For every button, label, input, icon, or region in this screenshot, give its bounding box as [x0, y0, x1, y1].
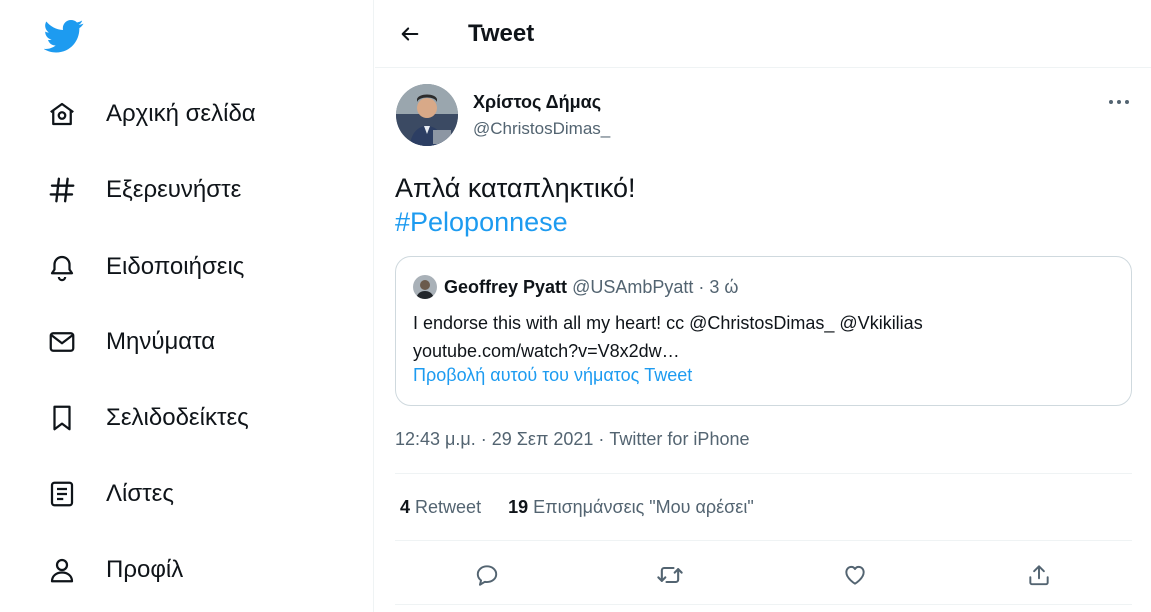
retweets-label: Retweet: [415, 497, 482, 517]
likes-count: 19: [508, 497, 529, 517]
reply-button[interactable]: [467, 555, 507, 595]
reply-icon: [476, 565, 498, 586]
separator-dot: ·: [698, 277, 705, 297]
sidebar-item-label: Μηνύματα: [106, 328, 216, 355]
timestamp[interactable]: 12:43 μ.μ. · 29 Σεπ 2021: [395, 429, 593, 449]
page-header: Tweet: [375, 0, 1151, 68]
quoted-time[interactable]: 3 ώ: [709, 277, 738, 297]
divider: [395, 540, 1132, 541]
sidebar-item-label: Λίστες: [106, 480, 174, 507]
retweets-count: 4: [400, 497, 411, 517]
divider: [395, 604, 1132, 605]
sidebar-item-explore[interactable]: Εξερευνήστε: [44, 168, 241, 212]
show-thread-link[interactable]: Προβολή αυτού του νήματος Tweet: [413, 365, 692, 386]
home-icon: [44, 96, 80, 132]
more-options-button[interactable]: [1101, 88, 1137, 116]
mail-icon: [44, 324, 80, 360]
sidebar-item-home[interactable]: Αρχική σελίδα: [44, 92, 256, 136]
tweet-source[interactable]: Twitter for iPhone: [609, 429, 749, 449]
sidebar-item-label: Προφίλ: [106, 556, 184, 583]
twitter-logo-icon[interactable]: [43, 16, 84, 56]
tweet-detail: Tweet Χρίστος Δήμας @ChristosDimas_ Απλά…: [375, 0, 1151, 612]
bell-icon: [44, 249, 80, 285]
quoted-text: I endorse this with all my heart! cc @Ch…: [413, 309, 923, 365]
sidebar-item-label: Αρχική σελίδα: [106, 100, 256, 127]
page-title: Tweet: [468, 20, 535, 47]
retweets-stat[interactable]: 4 Retweet: [400, 497, 481, 517]
quoted-tweet[interactable]: Geoffrey Pyatt @USAmbPyatt · 3 ώ I endor…: [395, 256, 1132, 406]
share-icon: [1029, 565, 1049, 586]
likes-stat[interactable]: 19 Επισημάνσεις "Μου αρέσει": [508, 497, 754, 517]
sidebar-item-label: Εξερευνήστε: [106, 176, 242, 203]
quoted-author-handle[interactable]: @USAmbPyatt: [572, 277, 693, 297]
back-button[interactable]: [393, 17, 427, 51]
share-button[interactable]: [1019, 555, 1059, 595]
heart-icon: [845, 565, 865, 585]
more-dots-icon: [1109, 100, 1129, 104]
hashtag-icon: [44, 172, 80, 208]
author-handle[interactable]: @ChristosDimas_: [473, 119, 610, 139]
sidebar-item-label: Σελιδοδείκτες: [106, 404, 249, 431]
retweet-button[interactable]: [650, 555, 690, 595]
quoted-text-line: I endorse this with all my heart! cc @Ch…: [413, 313, 923, 333]
author-name[interactable]: Χρίστος Δήμας: [473, 92, 601, 113]
sidebar-item-notifications[interactable]: Ειδοποιήσεις: [44, 245, 244, 289]
sidebar: Αρχική σελίδα Εξερευνήστε Ειδοποιήσεις Μ…: [0, 0, 374, 612]
tweet-text: Απλά καταπληκτικό! #Peloponnese: [395, 171, 636, 239]
quoted-author-avatar[interactable]: [413, 275, 437, 299]
sidebar-item-lists[interactable]: Λίστες: [44, 472, 174, 516]
sidebar-item-profile[interactable]: Προφίλ: [44, 548, 183, 592]
quoted-author-name[interactable]: Geoffrey Pyatt: [444, 277, 567, 297]
tweet-body: Απλά καταπληκτικό!: [395, 173, 636, 203]
list-icon: [44, 476, 80, 512]
quoted-link[interactable]: youtube.com/watch?v=V8x2dw…: [413, 337, 923, 365]
sidebar-item-messages[interactable]: Μηνύματα: [44, 320, 215, 364]
profile-icon: [44, 552, 80, 588]
separator-dot: ·: [593, 429, 610, 449]
quoted-tweet-header: Geoffrey Pyatt @USAmbPyatt · 3 ώ: [444, 277, 738, 298]
arrow-left-icon: [401, 27, 419, 41]
tweet-actions: [395, 555, 1132, 595]
divider: [395, 473, 1132, 474]
likes-label: Επισημάνσεις "Μου αρέσει": [533, 497, 754, 517]
tweet-stats: 4 Retweet 19 Επισημάνσεις "Μου αρέσει": [400, 497, 776, 518]
bookmark-icon: [44, 400, 80, 436]
author-avatar[interactable]: [396, 84, 458, 146]
sidebar-item-bookmarks[interactable]: Σελιδοδείκτες: [44, 396, 249, 440]
sidebar-item-label: Ειδοποιήσεις: [106, 253, 245, 280]
retweet-icon: [657, 566, 683, 584]
tweet-meta: 12:43 μ.μ. · 29 Σεπ 2021 · Twitter for i…: [395, 429, 749, 450]
hashtag-link[interactable]: #Peloponnese: [395, 205, 636, 239]
like-button[interactable]: [835, 555, 875, 595]
